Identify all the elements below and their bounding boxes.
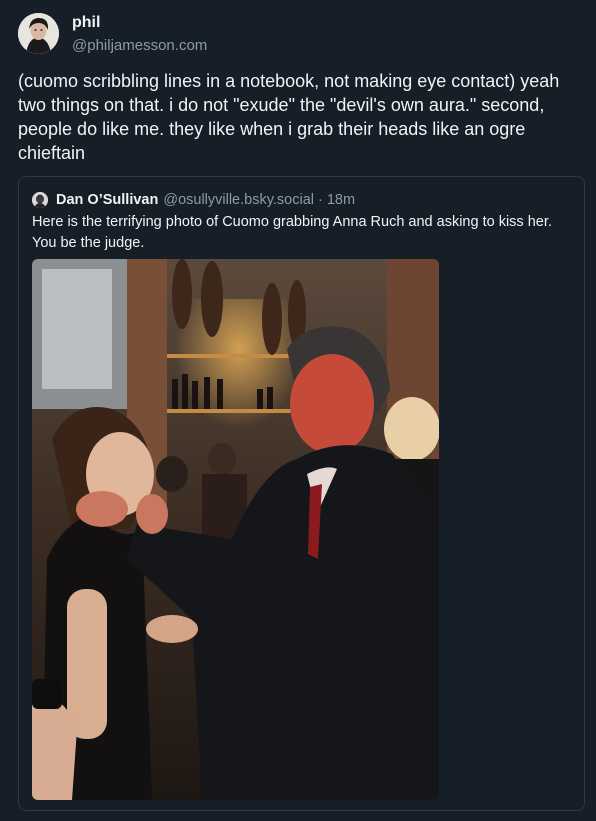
quoted-post-text: Here is the terrifying photo of Cuomo gr…: [32, 214, 552, 251]
quoted-post[interactable]: Dan O’Sullivan @osullyville.bsky.social …: [18, 176, 585, 811]
author-display-name[interactable]: phil: [72, 14, 100, 32]
quoted-author-avatar[interactable]: [32, 192, 48, 208]
quoted-author-handle[interactable]: @osullyville.bsky.social: [163, 192, 314, 208]
author-avatar[interactable]: [18, 13, 59, 54]
quoted-author-name[interactable]: Dan O’Sullivan: [56, 192, 158, 208]
quoted-post-header: Dan O’Sullivan @osullyville.bsky.social …: [32, 190, 355, 210]
post-card: phil @philjamesson.com (cuomo scribbling…: [0, 0, 596, 821]
quoted-post-image[interactable]: [32, 259, 439, 800]
author-handle[interactable]: @philjamesson.com: [72, 37, 207, 54]
post-text: (cuomo scribbling lines in a notebook, n…: [18, 71, 560, 163]
separator-dot: ·: [317, 192, 323, 208]
quoted-post-time[interactable]: 18m: [327, 192, 355, 208]
